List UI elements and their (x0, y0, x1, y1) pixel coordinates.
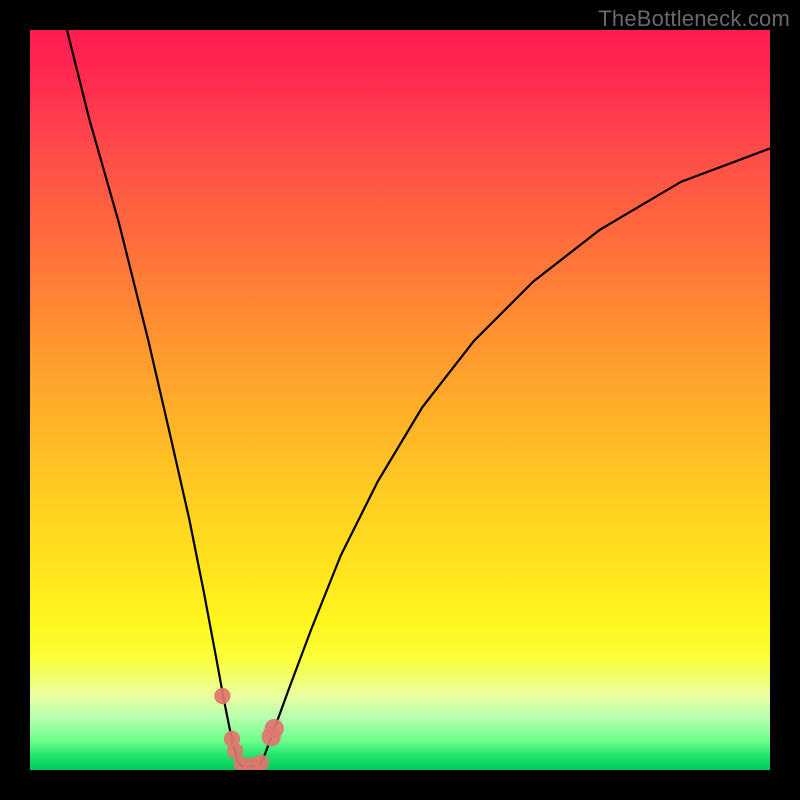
curve-left-branch (67, 30, 241, 766)
marker-pt-floor-c (253, 754, 269, 770)
watermark-text: TheBottleneck.com (598, 6, 790, 32)
marker-group (214, 688, 284, 770)
chart-frame: TheBottleneck.com (0, 0, 800, 800)
marker-pt-left-upper (214, 688, 230, 704)
curve-right-branch (259, 148, 770, 766)
marker-pt-right-b (265, 719, 284, 738)
plot-area (30, 30, 770, 770)
curve-layer (30, 30, 770, 770)
